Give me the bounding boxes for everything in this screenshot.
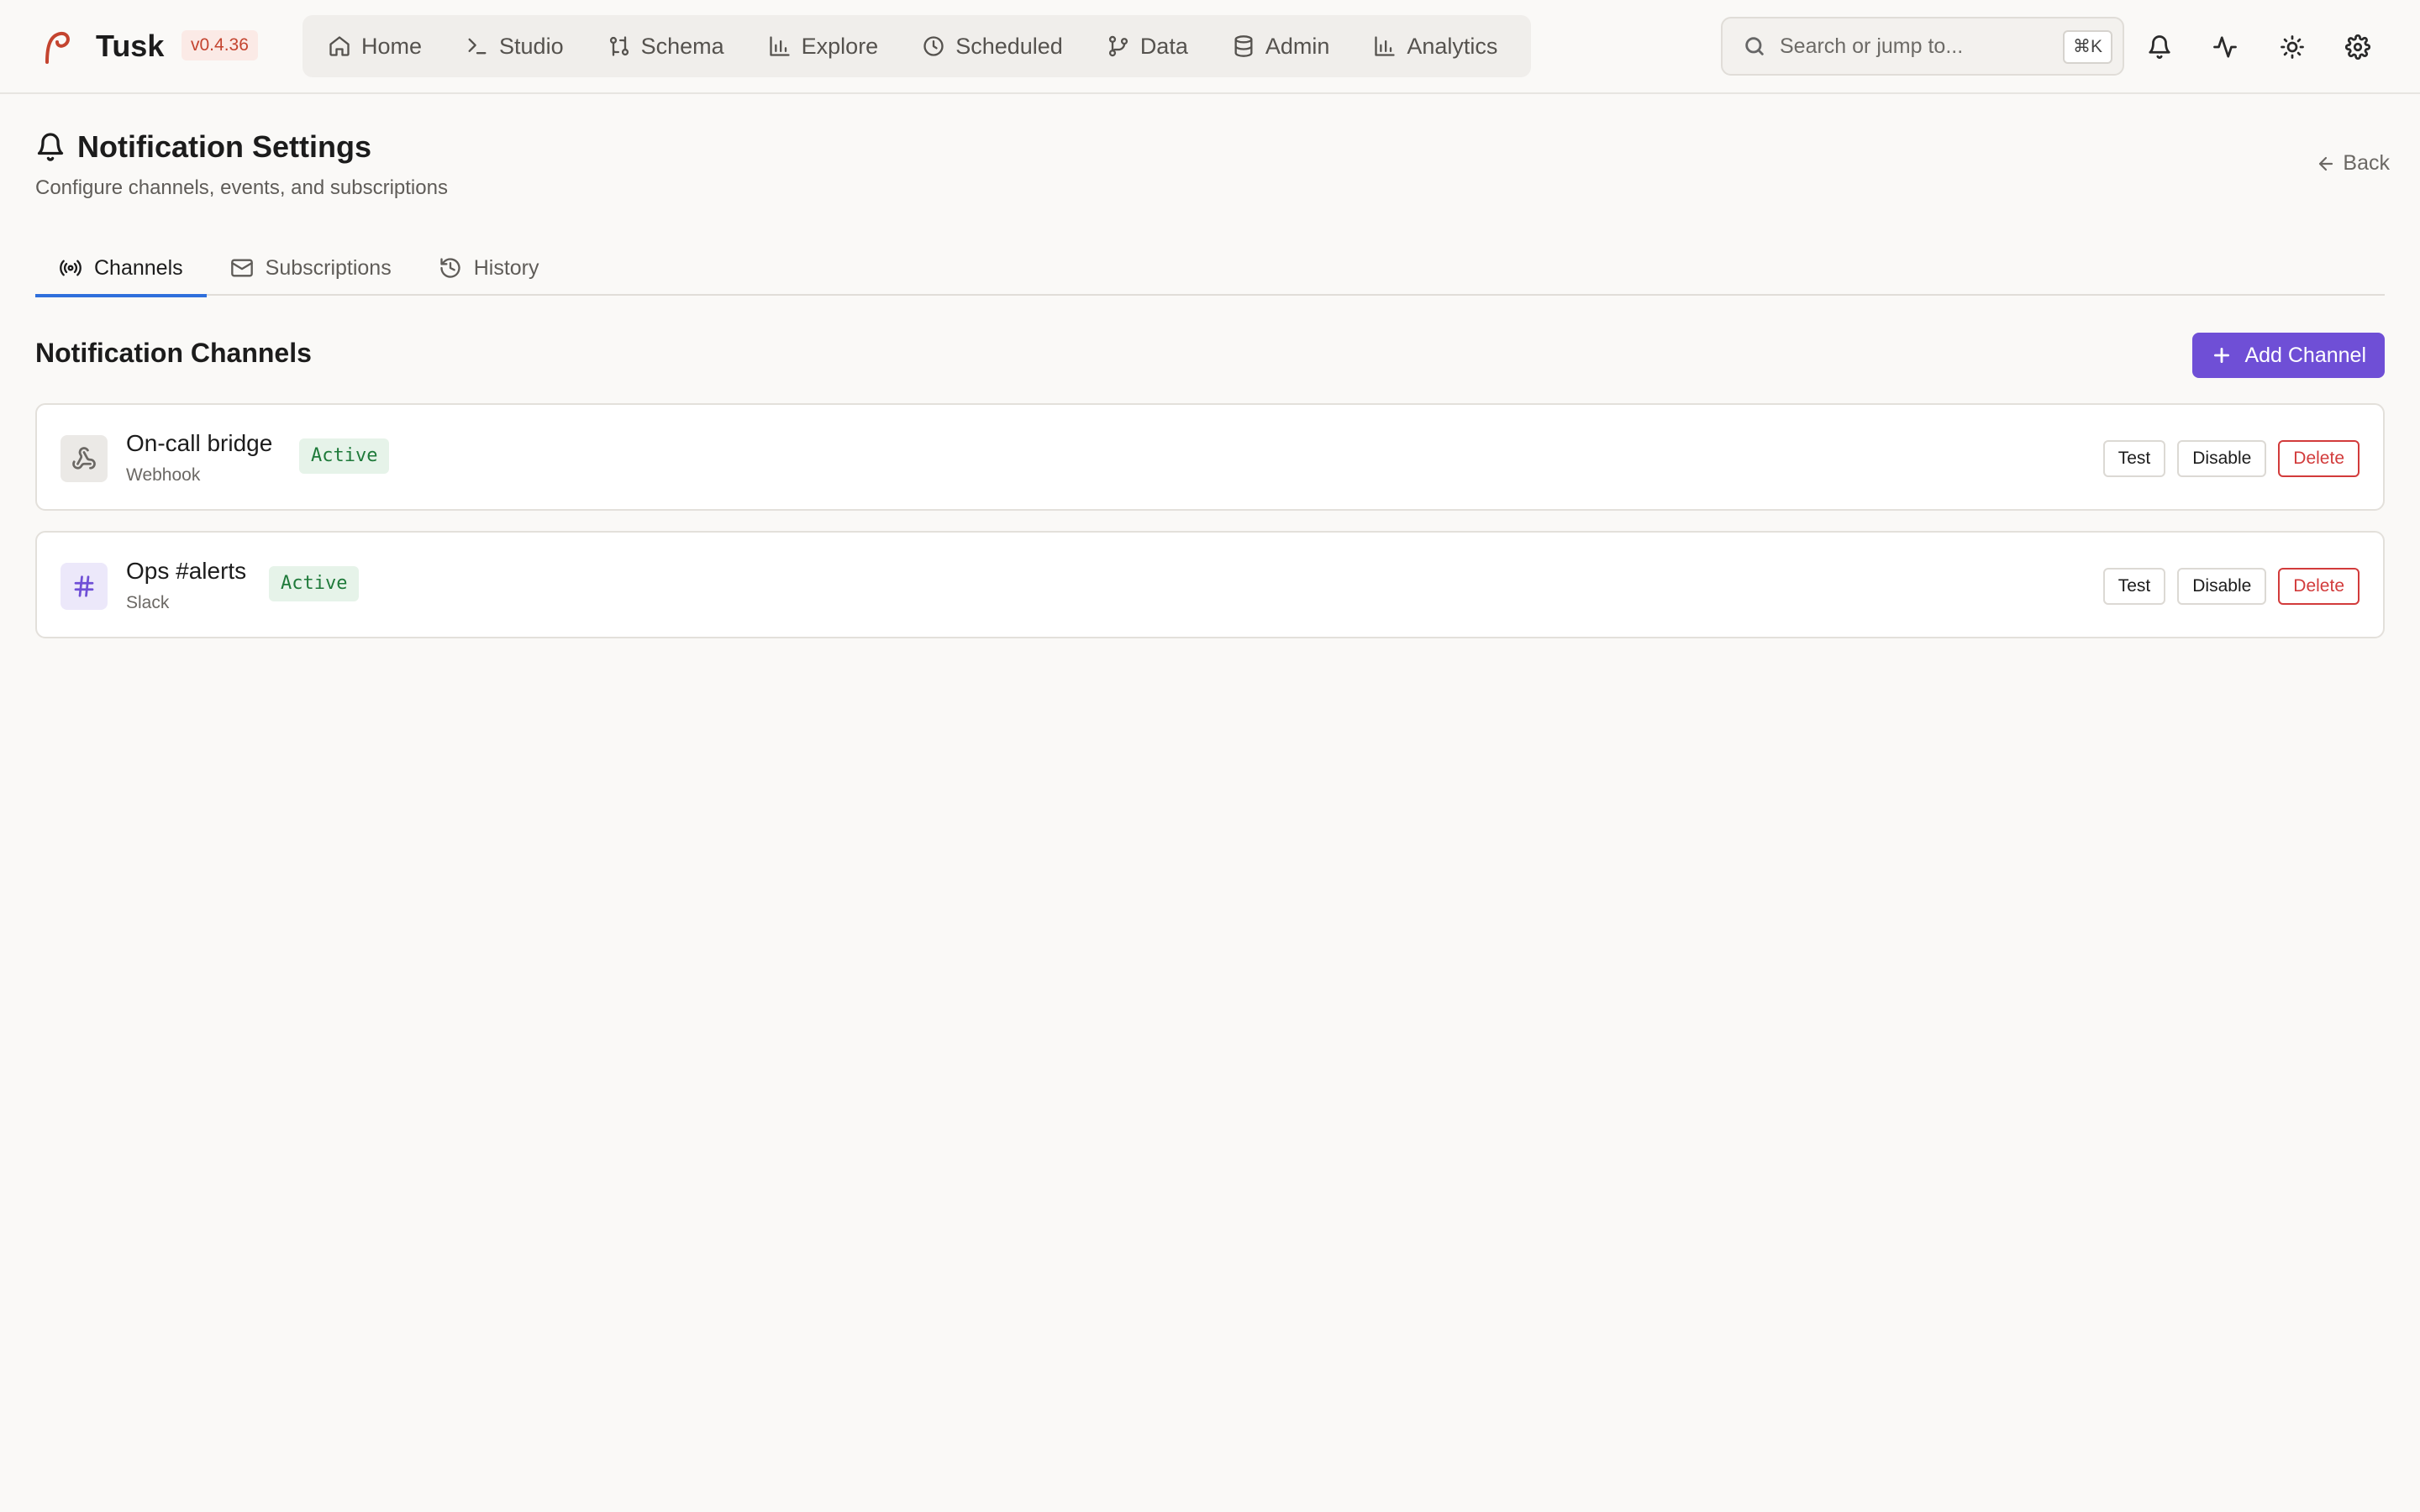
channel-card: On-call bridge Webhook Active Test Disab… xyxy=(35,403,2385,511)
channel-actions: Test Disable Delete xyxy=(2091,440,2360,477)
nav-label: Explore xyxy=(801,33,879,59)
tab-channels[interactable]: Channels xyxy=(35,240,207,297)
database-icon xyxy=(1234,35,1253,57)
main-nav: Home Studio Schema Explore Scheduled Dat… xyxy=(302,15,1531,77)
delete-button[interactable]: Delete xyxy=(2278,568,2360,605)
nav-item-explore[interactable]: Explore xyxy=(768,23,897,70)
nav-item-scheduled[interactable]: Scheduled xyxy=(922,23,1081,70)
back-label: Back xyxy=(2343,151,2390,175)
status-badge: Active xyxy=(299,438,390,474)
channel-name: Ops #alerts xyxy=(126,558,247,584)
bell-icon xyxy=(2149,35,2170,59)
arrow-left-icon xyxy=(2319,156,2333,171)
settings-tabs: Channels Subscriptions History xyxy=(35,240,2385,297)
search-box[interactable]: ⌘K xyxy=(1721,17,2124,76)
nav-item-data[interactable]: Data xyxy=(1107,23,1207,70)
channel-icon-wrap xyxy=(60,435,108,482)
nav-item-studio[interactable]: Studio xyxy=(466,23,582,70)
terminal-icon xyxy=(468,38,487,55)
nav-item-analytics[interactable]: Analytics xyxy=(1373,23,1516,70)
nav-label: Admin xyxy=(1265,33,1330,59)
radio-broadcast-icon xyxy=(60,260,82,276)
search-icon xyxy=(1745,37,1764,55)
add-channel-label: Add Channel xyxy=(2244,343,2366,367)
search-input[interactable] xyxy=(1780,34,2057,59)
history-icon xyxy=(440,258,460,278)
channel-type: Slack xyxy=(126,593,170,612)
disable-button[interactable]: Disable xyxy=(2177,568,2267,605)
tab-subscriptions[interactable]: Subscriptions xyxy=(207,240,415,296)
nav-label: Home xyxy=(361,33,423,59)
notifications-button[interactable] xyxy=(2141,29,2178,66)
nav-label: Schema xyxy=(640,33,724,59)
home-icon xyxy=(329,36,350,56)
channel-actions: Test Disable Delete xyxy=(2091,568,2360,605)
git-branch-icon xyxy=(1108,35,1128,57)
tab-label: History xyxy=(473,255,539,280)
disable-button[interactable]: Disable xyxy=(2177,440,2267,477)
nav-label: Studio xyxy=(499,33,564,59)
tab-label: Channels xyxy=(94,255,183,280)
webhook-icon xyxy=(72,447,96,470)
nav-label: Analytics xyxy=(1407,33,1498,59)
test-button[interactable]: Test xyxy=(2102,440,2166,477)
settings-button[interactable] xyxy=(2339,29,2376,66)
bar-chart-icon xyxy=(769,36,790,56)
activity-button[interactable] xyxy=(2207,29,2244,66)
page-header: Notification Settings xyxy=(35,129,371,165)
top-bar: Tusk v0.4.36 Home Studio Schema Explore … xyxy=(0,0,2420,94)
clock-icon xyxy=(923,36,944,56)
tusk-logo-icon[interactable] xyxy=(39,29,76,66)
nav-label: Scheduled xyxy=(955,33,1063,59)
activity-icon xyxy=(2213,36,2237,58)
status-badge: Active xyxy=(269,566,360,601)
bell-icon xyxy=(37,133,64,161)
nav-item-schema[interactable]: Schema xyxy=(608,23,743,70)
channel-card: Ops #alerts Slack Active Test Disable De… xyxy=(35,531,2385,638)
back-button[interactable]: Back xyxy=(2316,151,2390,176)
add-channel-button[interactable]: Add Channel xyxy=(2192,333,2385,378)
gear-icon xyxy=(2345,34,2370,60)
page-title: Notification Settings xyxy=(77,129,371,164)
channel-name: On-call bridge xyxy=(126,430,273,456)
mail-icon xyxy=(230,259,253,277)
test-button[interactable]: Test xyxy=(2102,568,2166,605)
app-title[interactable]: Tusk xyxy=(96,25,164,67)
bar-chart-icon xyxy=(1375,36,1396,56)
shortcut-hint: ⌘K xyxy=(2062,30,2112,64)
nav-label: Data xyxy=(1139,33,1188,59)
channel-icon-wrap xyxy=(60,563,108,610)
hash-icon xyxy=(74,575,94,597)
plus-icon xyxy=(2214,348,2230,363)
git-compare-icon xyxy=(609,36,629,56)
section-title: Notification Channels xyxy=(35,338,312,368)
delete-button[interactable]: Delete xyxy=(2278,440,2360,477)
channel-type: Webhook xyxy=(126,465,201,485)
sun-icon xyxy=(2281,35,2304,59)
tab-history[interactable]: History xyxy=(415,240,563,296)
nav-item-home[interactable]: Home xyxy=(328,23,440,70)
theme-toggle-button[interactable] xyxy=(2274,29,2311,66)
nav-item-admin[interactable]: Admin xyxy=(1232,23,1349,70)
version-badge: v0.4.36 xyxy=(182,30,258,60)
tab-label: Subscriptions xyxy=(265,255,392,280)
page-subtitle: Configure channels, events, and subscrip… xyxy=(35,176,448,199)
